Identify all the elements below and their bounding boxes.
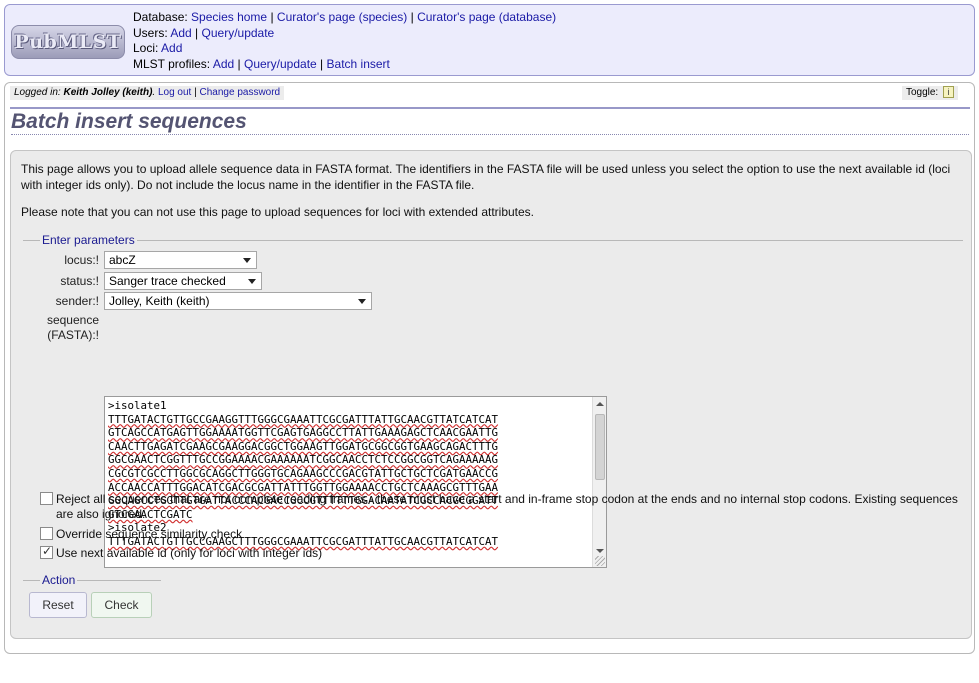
locus-label: locus:! [64,253,99,267]
logout-link[interactable]: Log out [158,87,191,98]
page-title: Batch insert sequences [11,109,969,135]
sender-value: Jolley, Keith (keith) [109,294,210,308]
scroll-down-icon[interactable] [596,549,604,553]
mlst-profiles-row: MLST profiles: Add | Query/update | Batc… [133,57,556,73]
mlst-query-update-link[interactable]: Query/update [244,57,317,71]
status-label: status:! [60,274,99,288]
scroll-up-icon[interactable] [596,402,604,406]
resize-handle-icon[interactable] [595,556,605,566]
separator: | [320,56,324,71]
species-home-link[interactable]: Species home [191,10,267,24]
users-query-update-link[interactable]: Query/update [202,26,275,40]
database-row: Database: Species home | Curator's page … [133,10,556,26]
batch-insert-form: This page allows you to upload allele se… [10,150,972,639]
loci-add-link[interactable]: Add [161,41,182,55]
status-select[interactable]: Sanger trace checked [104,272,262,290]
parameters-fieldset-border [23,240,963,241]
reset-button[interactable]: Reset [29,592,87,618]
reject-incomplete-label: Reject all sequences that are not comple… [56,492,958,521]
separator: | [237,56,241,71]
curators-page-species-link[interactable]: Curator's page (species) [277,10,407,24]
mlst-batch-insert-link[interactable]: Batch insert [327,57,390,71]
users-add-link[interactable]: Add [170,26,191,40]
parameters-legend: Enter parameters [40,233,137,247]
curators-page-database-link[interactable]: Curator's page (database) [417,10,556,24]
mlst-add-link[interactable]: Add [213,57,234,71]
database-menu: Database: Species home | Curator's page … [133,10,556,72]
locus-value: abcZ [109,253,136,267]
separator: | [410,10,414,24]
toggle-info-icon[interactable]: i [943,86,954,99]
separator: | [270,10,274,24]
note-text: Please note that you can not use this pa… [21,205,535,219]
logged-in-user: Keith Jolley (keith) [63,87,153,98]
status-value: Sanger trace checked [109,274,226,288]
login-bar: Logged in: Keith Jolley (keith). Log out… [10,86,285,100]
fasta-sequence-line: TTTGATACTGTTGCCGAAGGTTTGGGCGAAATTCGCGATT… [108,412,499,426]
next-available-id-label: Use next available id (only for loci wit… [56,546,323,560]
reject-incomplete-checkbox[interactable] [40,492,53,505]
chevron-down-icon [243,258,251,263]
override-similarity-checkbox[interactable] [40,527,53,540]
users-label: Users: [133,25,168,40]
fasta-sequence-line: GTCAGCCATGAGTTGGAAAATGGTTCGAGTGAGGCCTTAT… [108,426,499,440]
sequence-label-line1: sequence [46,313,99,327]
next-available-id-checkbox[interactable] [40,544,53,559]
pubmlst-logo[interactable]: PubMLST [11,25,125,59]
users-row: Users: Add | Query/update [133,26,556,42]
logged-in-prefix: Logged in: [14,87,61,98]
chevron-down-icon [248,279,256,284]
mlst-profiles-label: MLST profiles: [133,56,211,71]
locus-select[interactable]: abcZ [104,251,257,269]
toggle-control: Toggle: i [901,86,958,100]
sender-select[interactable]: Jolley, Keith (keith) [104,292,372,310]
chevron-down-icon [358,299,366,304]
sequence-label-line2: (FASTA):! [47,328,99,342]
separator: | [195,25,199,40]
intro-text: This page allows you to upload allele se… [21,162,951,192]
main-panel: Logged in: Keith Jolley (keith). Log out… [4,82,975,654]
change-password-link[interactable]: Change password [200,87,281,98]
check-button[interactable]: Check [91,592,152,618]
database-label: Database: [133,10,188,24]
database-header: PubMLST Database: Species home | Curator… [4,4,975,76]
sender-label: sender:! [55,294,99,308]
textarea-scrollbar[interactable] [592,397,606,567]
action-legend: Action [40,573,78,587]
fasta-sequence-line: CGCGTCGCCTTGGCGCAGGCTTGGGTGCAGAAGCCCGACG… [108,466,499,480]
fasta-sequence-line: GGCGAACTCGGTTTGCCGGAAAACGAAAAAATCGGCAACC… [108,453,499,467]
loci-label: Loci: [133,41,159,56]
scroll-thumb[interactable] [595,414,605,480]
fasta-sequence-line: CAACTTGAGATCGAAGCGAAGGACGGCTGGAAGTTGGATG… [108,439,499,453]
sequence-textarea[interactable]: >isolate1 TTTGATACTGTTGCCGAAGGTTTGGGCGAA… [104,396,607,568]
override-similarity-label: Override sequence similarity check [56,527,243,541]
toggle-label: Toggle: [905,87,939,98]
loci-row: Loci: Add [133,41,556,57]
fasta-header-line: >isolate1 [108,399,167,412]
